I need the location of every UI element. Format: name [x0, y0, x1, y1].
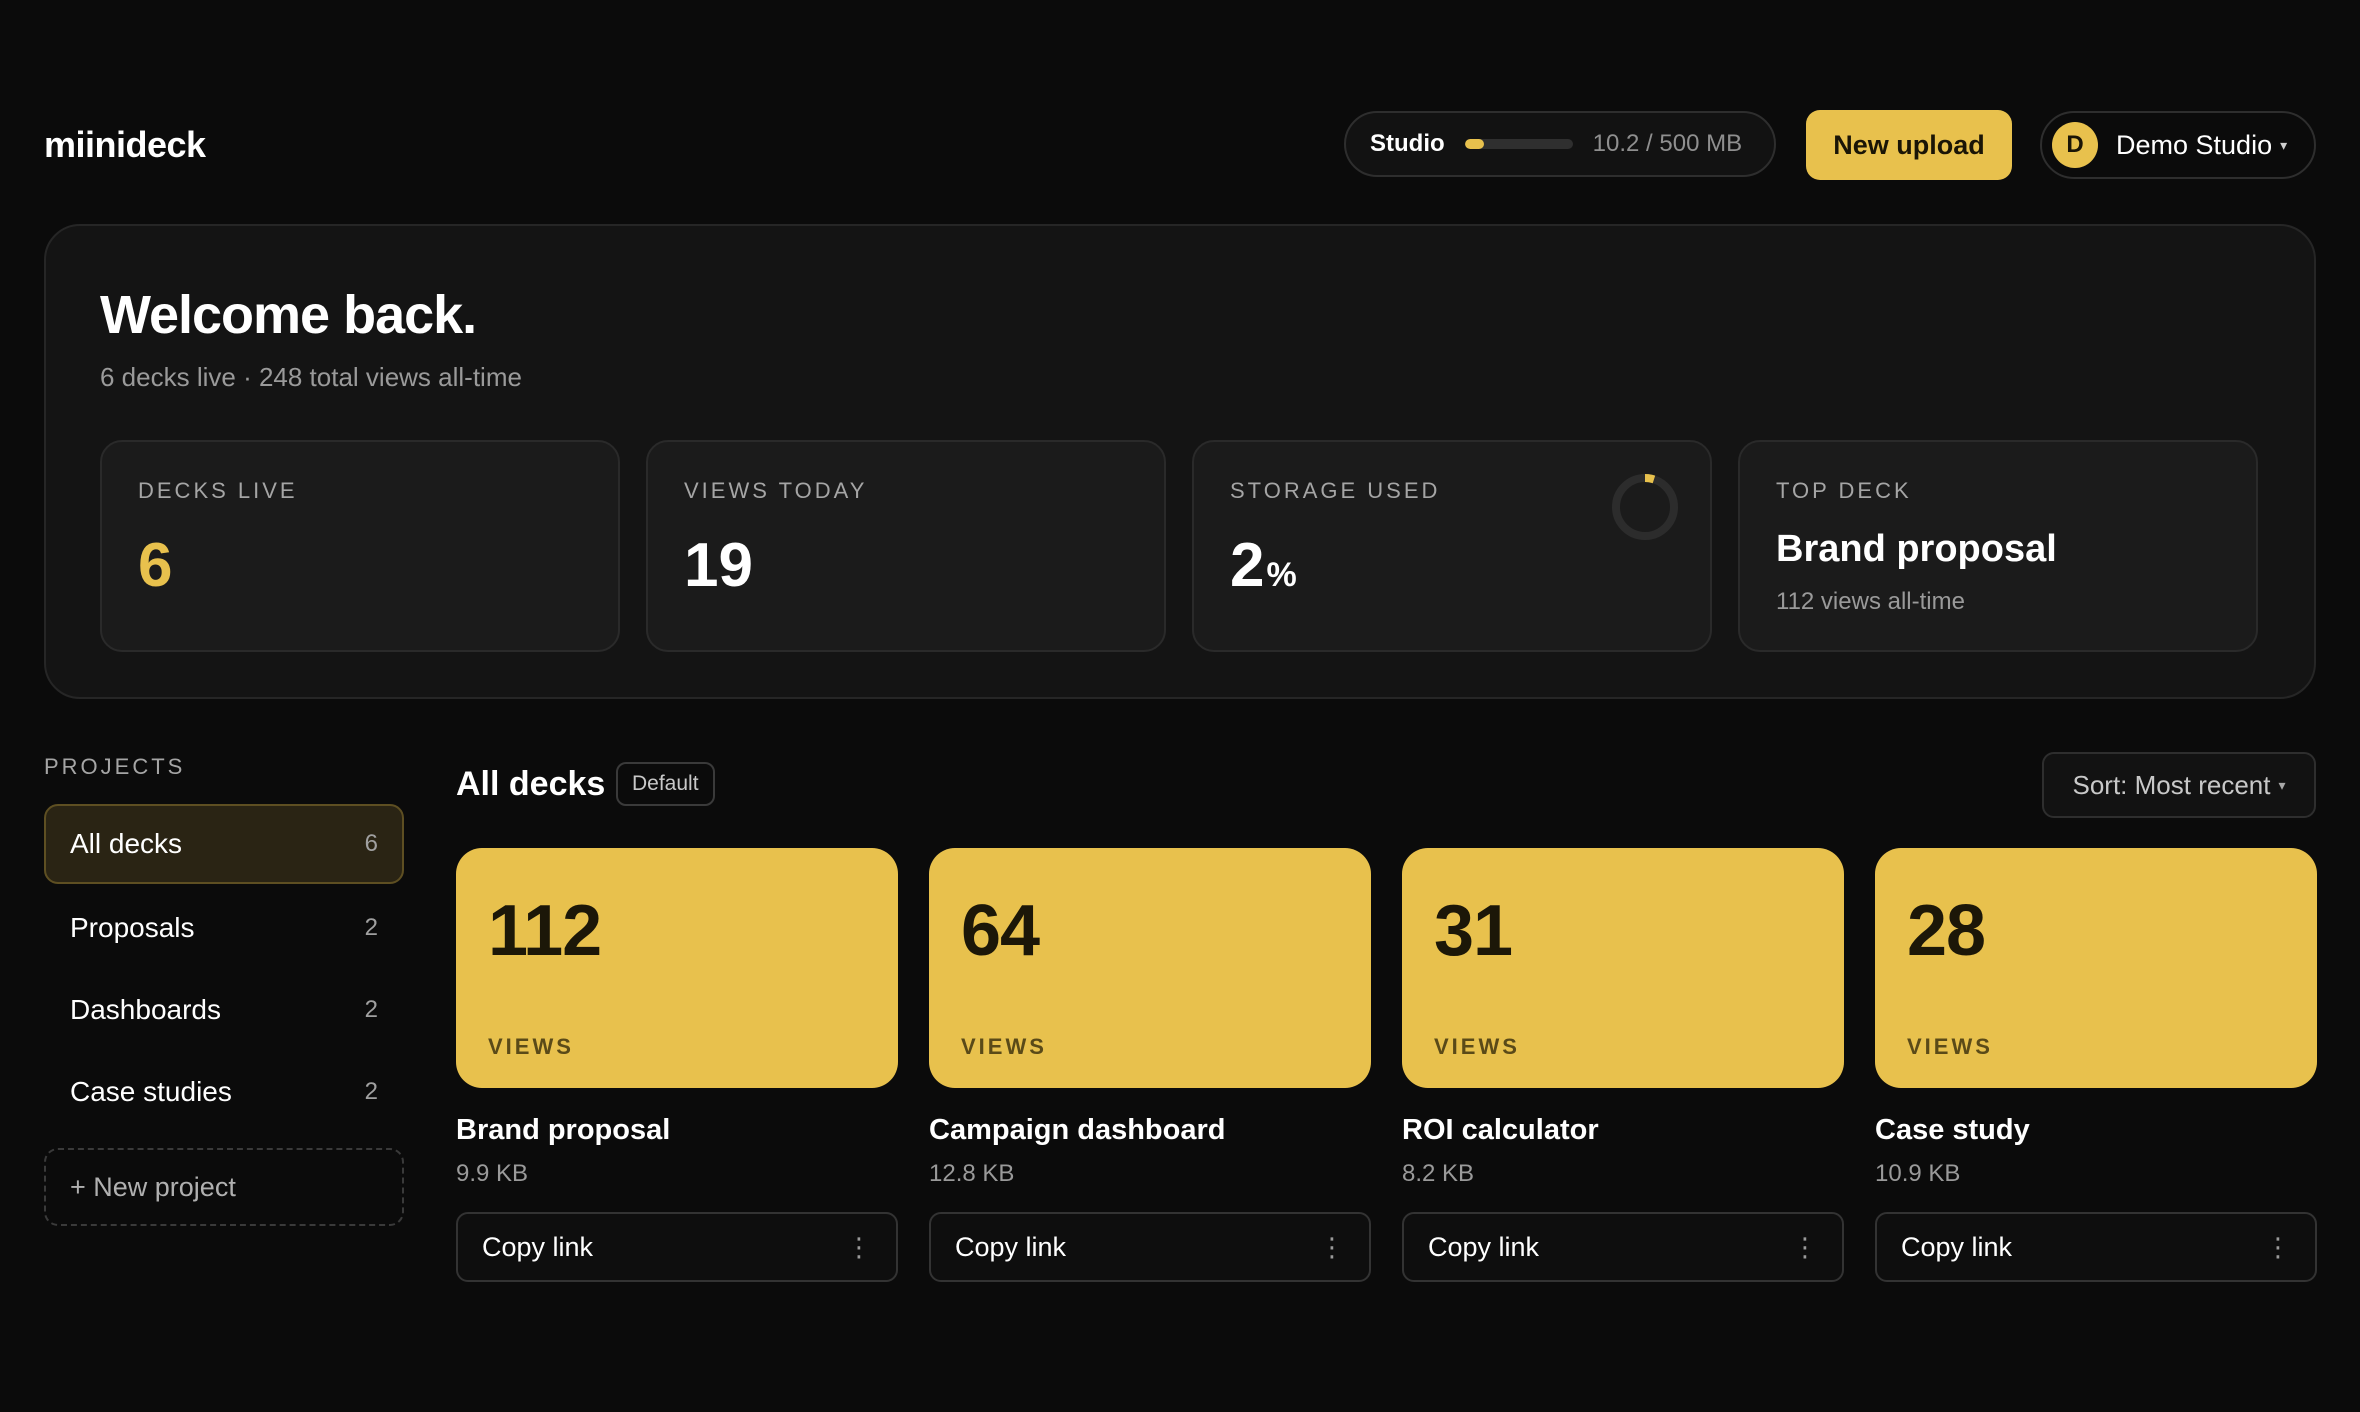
- sidebar-item-all-decks[interactable]: All decks 6: [44, 804, 404, 884]
- stat-label: TOP DECK: [1776, 478, 1912, 503]
- sidebar-item-label: All decks: [70, 828, 183, 859]
- storage-usage-text: 10.2 / 500 MB: [1592, 130, 1743, 157]
- deck-card: 64 VIEWS Campaign dashboard 12.8 KB Copy…: [929, 848, 1371, 1282]
- deck-views-count: 31: [1434, 891, 1513, 971]
- copy-link-button[interactable]: Copy link ⋮: [1875, 1212, 2317, 1282]
- stat-value: 6: [138, 531, 173, 600]
- plan-name: Studio: [1370, 130, 1445, 157]
- account-menu[interactable]: D Demo Studio ▾: [2040, 111, 2316, 179]
- deck-thumbnail[interactable]: 112 VIEWS: [456, 848, 898, 1088]
- donut-track: [1612, 474, 1678, 540]
- sidebar-item-proposals[interactable]: Proposals 2: [44, 888, 404, 968]
- top-deck-views: 112 views all-time: [1776, 588, 1965, 615]
- app-logo[interactable]: miinideck: [44, 124, 206, 166]
- copy-link-label: Copy link: [955, 1231, 1067, 1262]
- sort-label: Sort: Most recent: [2072, 769, 2271, 800]
- stat-value-wrap: 2%: [1230, 530, 1297, 601]
- stat-label: VIEWS TODAY: [684, 478, 868, 503]
- deck-name[interactable]: ROI calculator: [1402, 1114, 1599, 1147]
- welcome-panel: Welcome back. 6 decks live · 248 total v…: [44, 224, 2316, 699]
- deck-card: 28 VIEWS Case study 10.9 KB Copy link ⋮: [1875, 848, 2317, 1282]
- storage-donut-chart: [1612, 474, 1678, 540]
- deck-views-label: VIEWS: [1434, 1034, 1520, 1059]
- default-badge: Default: [616, 762, 715, 806]
- sidebar-item-label: Dashboards: [70, 994, 221, 1025]
- deck-name[interactable]: Brand proposal: [456, 1114, 670, 1147]
- copy-link-button[interactable]: Copy link ⋮: [456, 1212, 898, 1282]
- more-options-icon[interactable]: ⋮: [1319, 1234, 1345, 1260]
- stat-value: 19: [684, 531, 753, 600]
- copy-link-button[interactable]: Copy link ⋮: [1402, 1212, 1844, 1282]
- projects-heading: PROJECTS: [44, 754, 186, 779]
- stat-card-storage-used: STORAGE USED 2%: [1192, 440, 1712, 652]
- stat-card-views-today: VIEWS TODAY 19: [646, 440, 1166, 652]
- chevron-down-icon: ▾: [2278, 776, 2286, 793]
- sort-dropdown[interactable]: Sort: Most recent ▾: [2042, 752, 2316, 818]
- stat-value: 2: [1230, 531, 1265, 600]
- avatar: D: [2052, 122, 2098, 168]
- deck-name[interactable]: Case study: [1875, 1114, 2030, 1147]
- sidebar-item-dashboards[interactable]: Dashboards 2: [44, 970, 404, 1050]
- storage-progress-bar: [1464, 139, 1573, 149]
- deck-thumbnail[interactable]: 31 VIEWS: [1402, 848, 1844, 1088]
- storage-plan-pill[interactable]: Studio 10.2 / 500 MB: [1344, 111, 1776, 177]
- deck-views-count: 28: [1907, 891, 1986, 971]
- copy-link-label: Copy link: [1901, 1231, 2013, 1262]
- more-options-icon[interactable]: ⋮: [2265, 1234, 2291, 1260]
- deck-views-count: 112: [488, 891, 602, 971]
- section-title: All decks: [456, 765, 606, 803]
- stat-label: DECKS LIVE: [138, 478, 298, 503]
- sidebar-item-count: 2: [364, 996, 378, 1023]
- page-title: Welcome back.: [100, 285, 477, 345]
- sidebar-item-label: Case studies: [70, 1076, 232, 1107]
- deck-views-label: VIEWS: [1907, 1034, 1993, 1059]
- top-deck-name: Brand proposal: [1776, 528, 2057, 570]
- deck-views-label: VIEWS: [961, 1034, 1047, 1059]
- stat-card-decks-live: DECKS LIVE 6: [100, 440, 620, 652]
- sidebar-item-count: 6: [364, 830, 378, 857]
- app-root: miinideck Studio 10.2 / 500 MB New uploa…: [0, 0, 2360, 1412]
- stat-label: STORAGE USED: [1230, 478, 1441, 503]
- sidebar-item-case-studies[interactable]: Case studies 2: [44, 1052, 404, 1132]
- sidebar-item-label: Proposals: [70, 912, 195, 943]
- deck-thumbnail[interactable]: 28 VIEWS: [1875, 848, 2317, 1088]
- storage-progress-fill: [1464, 139, 1485, 149]
- more-options-icon[interactable]: ⋮: [846, 1234, 872, 1260]
- chevron-down-icon: ▾: [2280, 136, 2288, 153]
- sidebar-item-count: 2: [364, 914, 378, 941]
- deck-size: 9.9 KB: [456, 1160, 529, 1187]
- stat-card-top-deck[interactable]: TOP DECK Brand proposal 112 views all-ti…: [1738, 440, 2258, 652]
- more-options-icon[interactable]: ⋮: [1792, 1234, 1818, 1260]
- deck-card: 31 VIEWS ROI calculator 8.2 KB Copy link…: [1402, 848, 1844, 1282]
- copy-link-button[interactable]: Copy link ⋮: [929, 1212, 1371, 1282]
- deck-size: 10.9 KB: [1875, 1160, 1961, 1187]
- deck-card: 112 VIEWS Brand proposal 9.9 KB Copy lin…: [456, 848, 898, 1282]
- deck-views-count: 64: [961, 891, 1040, 971]
- deck-thumbnail[interactable]: 64 VIEWS: [929, 848, 1371, 1088]
- welcome-summary: 6 decks live · 248 total views all-time: [100, 362, 522, 392]
- deck-views-label: VIEWS: [488, 1034, 574, 1059]
- new-project-button[interactable]: + New project: [44, 1148, 404, 1226]
- stat-unit: %: [1266, 556, 1297, 594]
- new-upload-button[interactable]: New upload: [1806, 110, 2012, 180]
- deck-name[interactable]: Campaign dashboard: [929, 1114, 1226, 1147]
- copy-link-label: Copy link: [1428, 1231, 1540, 1262]
- account-name: Demo Studio: [2116, 129, 2273, 160]
- copy-link-label: Copy link: [482, 1231, 594, 1262]
- deck-size: 8.2 KB: [1402, 1160, 1475, 1187]
- sidebar-item-count: 2: [364, 1078, 378, 1105]
- deck-size: 12.8 KB: [929, 1160, 1015, 1187]
